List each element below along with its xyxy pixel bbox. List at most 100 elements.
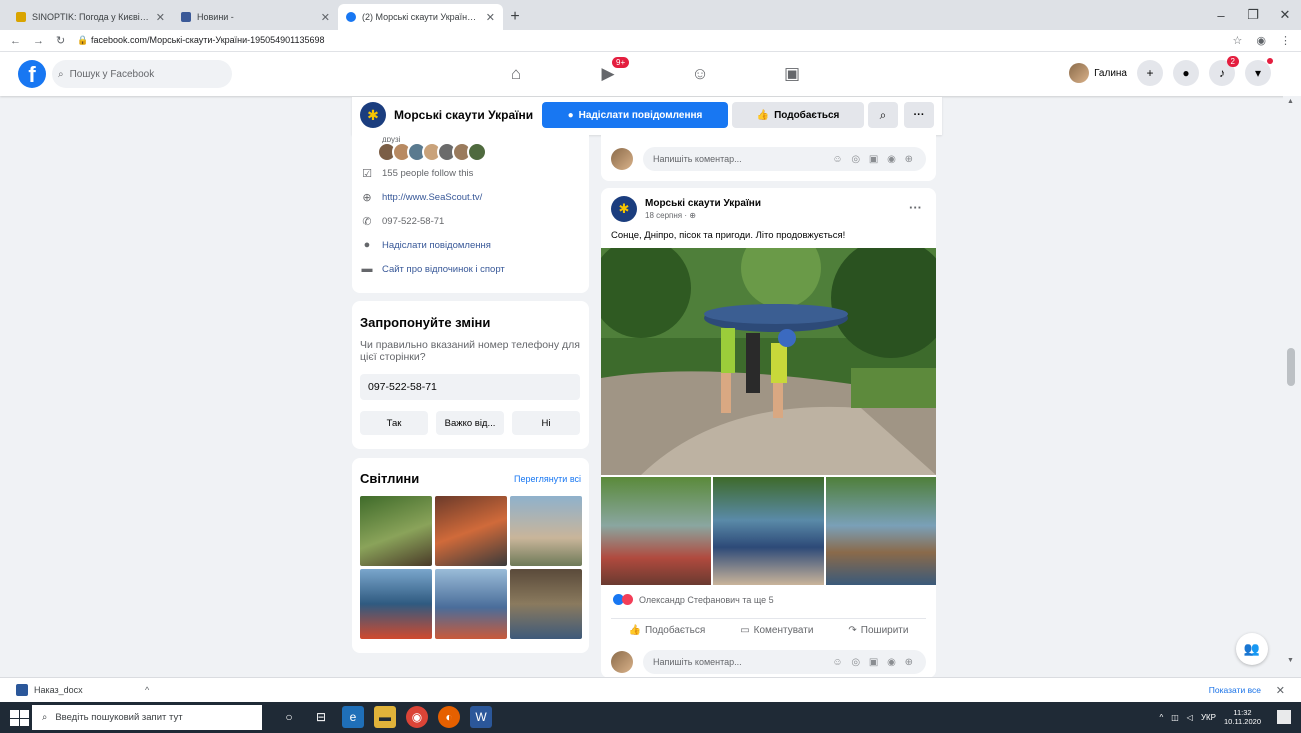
chevron-up-icon[interactable]: ^: [145, 685, 149, 695]
photos-title: Світлини: [360, 471, 420, 486]
browser-tab-sinoptik[interactable]: SINOPTIK: Погода у Києві на ? ✕: [8, 4, 173, 30]
new-message-button[interactable]: 👥: [1236, 633, 1268, 665]
photo-thumbnail[interactable]: [360, 496, 432, 566]
taskbar-search[interactable]: ⌕ Введіть пошуковий запит тут: [32, 705, 262, 730]
close-icon[interactable]: ✕: [486, 11, 495, 24]
clock[interactable]: 11:32 10.11.2020: [1224, 708, 1261, 726]
chrome-icon[interactable]: ◉: [406, 706, 428, 728]
menu-dots-icon[interactable]: ⋮: [1280, 34, 1291, 47]
page-logo-icon[interactable]: ✱: [360, 102, 386, 128]
page-name[interactable]: Морські скаути України: [394, 108, 533, 122]
like-page-button[interactable]: 👍 Подобається: [732, 102, 864, 128]
close-icon[interactable]: ✕: [1276, 684, 1285, 697]
post-author[interactable]: Морські скаути України: [645, 198, 761, 209]
scrollbar-thumb[interactable]: [1287, 348, 1295, 386]
minimize-button[interactable]: –: [1205, 0, 1237, 30]
firefox-icon[interactable]: ◐: [438, 706, 460, 728]
account-menu-button[interactable]: ▾: [1245, 58, 1273, 86]
post-date[interactable]: 18 серпня · ⊕: [645, 211, 761, 220]
cortana-icon[interactable]: ○: [278, 706, 300, 728]
see-all-photos-link[interactable]: Переглянути всі: [514, 474, 581, 484]
share-label: Поширити: [860, 625, 909, 636]
close-icon[interactable]: ✕: [156, 11, 165, 24]
profile-shortcut[interactable]: Галина: [1069, 63, 1127, 83]
messenger-button[interactable]: ●: [1173, 60, 1199, 86]
facebook-logo-icon[interactable]: f: [18, 60, 46, 88]
language-indicator[interactable]: УКР: [1201, 713, 1216, 722]
search-placeholder: Пошук у Facebook: [69, 68, 155, 80]
photo-thumbnail[interactable]: [601, 477, 711, 585]
answer-no-button[interactable]: Ні: [512, 411, 580, 435]
nav-watch[interactable]: ▶ 9+: [562, 52, 654, 96]
restore-button[interactable]: ❐: [1237, 0, 1269, 30]
page-more-button[interactable]: ···: [904, 102, 934, 128]
edge-icon[interactable]: e: [342, 706, 364, 728]
post-options-button[interactable]: ···: [909, 200, 922, 215]
volume-icon[interactable]: ◁: [1187, 713, 1193, 722]
new-tab-button[interactable]: +: [503, 4, 527, 30]
share-button[interactable]: ↷ Поширити: [848, 625, 908, 636]
browser-tab-news[interactable]: Новини - ✕: [173, 4, 338, 30]
nav-groups[interactable]: ☺: [654, 52, 746, 96]
close-icon[interactable]: ✕: [321, 11, 330, 24]
url-field[interactable]: 🔒 facebook.com/Морські-скаути-України-19…: [77, 35, 1220, 46]
star-icon[interactable]: ☆: [1233, 34, 1243, 47]
network-icon[interactable]: ◫: [1171, 713, 1179, 722]
main-navigation: ⌂ ▶ 9+ ☺ ▣: [470, 52, 838, 96]
category-link[interactable]: Сайт про відпочинок і спорт: [382, 264, 505, 275]
scroll-up-arrow-icon[interactable]: ▲: [1287, 98, 1294, 105]
avatar: [611, 651, 633, 673]
answer-yes-button[interactable]: Так: [360, 411, 428, 435]
nav-gaming[interactable]: ▣: [746, 52, 838, 96]
category-line[interactable]: ▬ Сайт про відпочинок і спорт: [360, 263, 505, 275]
comment-tools-icon[interactable]: ☺ ◎ ▣ ◉ ⊕: [832, 154, 916, 165]
browser-tab-facebook[interactable]: (2) Морські скаути України (Fa ✕: [338, 4, 503, 30]
nav-home[interactable]: ⌂: [470, 52, 562, 96]
website-line[interactable]: ⊕ http://www.SeaScout.tv/: [360, 191, 482, 204]
photo-thumbnail[interactable]: [510, 496, 582, 566]
close-window-button[interactable]: ✕: [1269, 0, 1301, 30]
notifications-button[interactable]: ♪ 2: [1209, 56, 1239, 86]
send-message-button[interactable]: ● Надіслати повідомлення: [542, 102, 728, 128]
task-view-icon[interactable]: ⊟: [310, 706, 332, 728]
facebook-search[interactable]: ⌕ Пошук у Facebook: [52, 60, 232, 88]
scroll-down-arrow-icon[interactable]: ▼: [1287, 657, 1294, 664]
photo-thumbnail[interactable]: [713, 477, 824, 585]
windows-start-icon[interactable]: [8, 708, 29, 728]
comment-input[interactable]: Напишіть коментар... ☺ ◎ ▣ ◉ ⊕: [643, 147, 926, 171]
photo-thumbnail[interactable]: [435, 496, 507, 566]
facebook-favicon-icon: [346, 12, 356, 22]
photo-thumbnail[interactable]: [435, 569, 507, 639]
system-tray: ^ ◫ ◁ УКР 11:32 10.11.2020: [1159, 708, 1261, 726]
message-line[interactable]: ● Надіслати повідомлення: [360, 239, 491, 251]
download-item[interactable]: Наказ_docx: [16, 684, 83, 696]
word-file-icon: [16, 684, 28, 696]
photo-thumbnail[interactable]: [826, 477, 936, 585]
avatar: [611, 148, 633, 170]
send-message-link[interactable]: Надіслати повідомлення: [382, 240, 491, 251]
photo-thumbnail[interactable]: [510, 569, 582, 639]
tray-arrow-icon[interactable]: ^: [1159, 713, 1163, 722]
photo-thumbnail[interactable]: [360, 569, 432, 639]
notification-center-icon[interactable]: [1277, 710, 1291, 724]
page-scrollbar[interactable]: ▲ ▼: [1283, 96, 1301, 666]
profile-icon[interactable]: ◉: [1256, 34, 1266, 47]
page-search-button[interactable]: ⌕: [868, 102, 898, 128]
file-explorer-icon[interactable]: ▬: [374, 706, 396, 728]
comment-button[interactable]: ▭ Коментувати: [740, 625, 813, 636]
post-main-photo[interactable]: [601, 248, 936, 475]
taskbar-apps: ○ ⊟ e ▬ ◉ ◐ W: [278, 706, 492, 728]
back-arrow-icon[interactable]: ←: [10, 35, 21, 47]
comment-input[interactable]: Напишіть коментар... ☺ ◎ ▣ ◉ ⊕: [643, 650, 926, 674]
forward-arrow-icon[interactable]: →: [33, 35, 44, 47]
answer-unsure-button[interactable]: Важко від...: [436, 411, 504, 435]
create-button[interactable]: +: [1137, 60, 1163, 86]
reload-icon[interactable]: ↻: [56, 34, 65, 47]
show-all-downloads-link[interactable]: Показати все: [1209, 685, 1261, 695]
like-post-button[interactable]: 👍 Подобається: [628, 625, 705, 636]
comment-tools-icon[interactable]: ☺ ◎ ▣ ◉ ⊕: [832, 657, 916, 668]
page-logo-icon[interactable]: ✱: [611, 196, 637, 222]
post-reactions[interactable]: Олександр Стефанович та ще 5: [613, 594, 774, 605]
word-icon[interactable]: W: [470, 706, 492, 728]
website-link[interactable]: http://www.SeaScout.tv/: [382, 192, 482, 203]
